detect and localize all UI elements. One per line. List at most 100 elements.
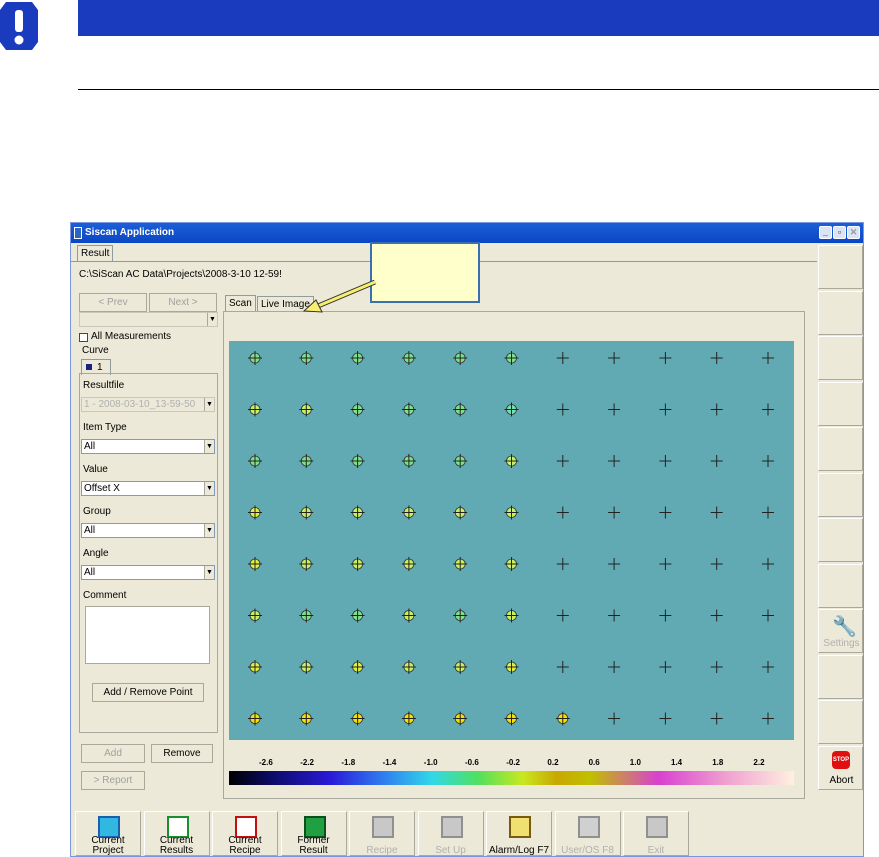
- alarm-log-f7-button[interactable]: Alarm/Log F7: [486, 811, 552, 856]
- measurement-point[interactable]: [350, 402, 365, 417]
- empty-point-marker[interactable]: [556, 661, 569, 673]
- measurement-point[interactable]: [299, 608, 314, 623]
- empty-point-marker[interactable]: [659, 403, 672, 416]
- measurement-point[interactable]: [453, 351, 468, 365]
- tab-scan[interactable]: Scan: [225, 295, 256, 311]
- exit-button[interactable]: Exit: [623, 811, 689, 856]
- side-button[interactable]: [818, 427, 863, 471]
- measurement-point[interactable]: [453, 402, 468, 417]
- measurement-point[interactable]: [350, 660, 365, 674]
- side-button[interactable]: [818, 563, 863, 608]
- empty-point-marker[interactable]: [556, 455, 569, 467]
- measurement-point[interactable]: [299, 351, 314, 365]
- close-button[interactable]: ✕: [847, 226, 860, 239]
- measurement-point[interactable]: [299, 711, 314, 726]
- measurement-point[interactable]: [453, 608, 468, 623]
- measurement-point[interactable]: [401, 557, 416, 571]
- measurement-point[interactable]: [401, 505, 416, 520]
- measurement-point[interactable]: [504, 608, 519, 623]
- side-button[interactable]: [818, 518, 863, 562]
- add-remove-point-button[interactable]: Add / Remove Point: [92, 683, 204, 702]
- angle-select[interactable]: All ▼: [81, 565, 215, 580]
- empty-point-marker[interactable]: [710, 352, 723, 364]
- measurement-point[interactable]: [299, 454, 314, 468]
- empty-point-marker[interactable]: [608, 661, 621, 673]
- side-button[interactable]: [818, 700, 863, 744]
- empty-point-marker[interactable]: [659, 712, 672, 725]
- empty-point-marker[interactable]: [556, 352, 569, 364]
- empty-point-marker[interactable]: [710, 455, 723, 467]
- empty-point-marker[interactable]: [762, 352, 774, 364]
- minimize-button[interactable]: _: [819, 226, 832, 239]
- measurement-point[interactable]: [453, 505, 468, 520]
- measurement-point[interactable]: [350, 505, 365, 520]
- settings-button[interactable]: 🔧 Settings: [818, 609, 863, 653]
- value-select[interactable]: Offset X ▼: [81, 481, 215, 496]
- measurement-point[interactable]: [504, 454, 519, 468]
- empty-point-marker[interactable]: [762, 712, 774, 725]
- measurement-point[interactable]: [248, 608, 262, 623]
- side-button[interactable]: [818, 654, 863, 699]
- empty-point-marker[interactable]: [608, 558, 621, 570]
- measurement-point[interactable]: [248, 557, 262, 571]
- empty-point-marker[interactable]: [556, 558, 569, 570]
- project-button[interactable]: Current Project: [75, 811, 141, 856]
- measurement-point[interactable]: [299, 557, 314, 571]
- measurement-point[interactable]: [248, 351, 262, 365]
- empty-point-marker[interactable]: [762, 403, 774, 416]
- recipe-button[interactable]: Recipe: [349, 811, 415, 856]
- measurement-point[interactable]: [350, 711, 365, 726]
- measurement-point[interactable]: [453, 557, 468, 571]
- measurement-point[interactable]: [299, 505, 314, 520]
- measurement-point[interactable]: [248, 711, 262, 726]
- set-up-button[interactable]: Set Up: [417, 811, 484, 856]
- measurement-point[interactable]: [248, 454, 262, 468]
- resultfile-select[interactable]: 1 - 2008-03-10_13-59-50 ▼: [81, 397, 215, 412]
- empty-point-marker[interactable]: [608, 712, 621, 725]
- measurement-point[interactable]: [401, 711, 416, 726]
- empty-point-marker[interactable]: [556, 403, 569, 416]
- empty-point-marker[interactable]: [762, 455, 774, 467]
- maximize-button[interactable]: ▫: [833, 226, 846, 239]
- result-button[interactable]: Former Result: [280, 811, 347, 856]
- measurement-point[interactable]: [401, 454, 416, 468]
- prev-button[interactable]: < Prev: [79, 293, 147, 312]
- measurement-point[interactable]: [453, 660, 468, 674]
- measurement-point[interactable]: [248, 402, 262, 417]
- all-measurements-checkbox[interactable]: [79, 333, 88, 342]
- navigation-select[interactable]: ▼: [79, 312, 218, 327]
- empty-point-marker[interactable]: [659, 558, 672, 570]
- side-button[interactable]: [818, 245, 863, 289]
- measurement-point[interactable]: [555, 711, 570, 726]
- empty-point-marker[interactable]: [710, 712, 723, 725]
- comment-textarea[interactable]: [85, 606, 210, 664]
- measurement-point[interactable]: [401, 608, 416, 623]
- item-type-select[interactable]: All ▼: [81, 439, 215, 454]
- measurement-point[interactable]: [299, 402, 314, 417]
- empty-point-marker[interactable]: [710, 558, 723, 570]
- empty-point-marker[interactable]: [608, 506, 621, 519]
- measurement-point[interactable]: [504, 402, 519, 417]
- empty-point-marker[interactable]: [608, 609, 621, 622]
- measurement-grid[interactable]: [229, 341, 794, 740]
- measurement-point[interactable]: [350, 608, 365, 623]
- empty-point-marker[interactable]: [710, 661, 723, 673]
- measurement-point[interactable]: [350, 557, 365, 571]
- side-button[interactable]: [818, 381, 863, 426]
- group-select[interactable]: All ▼: [81, 523, 215, 538]
- empty-point-marker[interactable]: [659, 609, 672, 622]
- side-button[interactable]: [818, 472, 863, 517]
- measurement-point[interactable]: [453, 454, 468, 468]
- empty-point-marker[interactable]: [710, 403, 723, 416]
- side-button[interactable]: [818, 290, 863, 335]
- measurement-point[interactable]: [248, 660, 262, 674]
- results-button[interactable]: Current Results: [143, 811, 210, 856]
- measurement-point[interactable]: [504, 711, 519, 726]
- empty-point-marker[interactable]: [710, 609, 723, 622]
- add-button[interactable]: Add: [81, 744, 145, 763]
- measurement-point[interactable]: [504, 557, 519, 571]
- empty-point-marker[interactable]: [762, 609, 774, 622]
- empty-point-marker[interactable]: [608, 455, 621, 467]
- empty-point-marker[interactable]: [659, 506, 672, 519]
- empty-point-marker[interactable]: [762, 558, 774, 570]
